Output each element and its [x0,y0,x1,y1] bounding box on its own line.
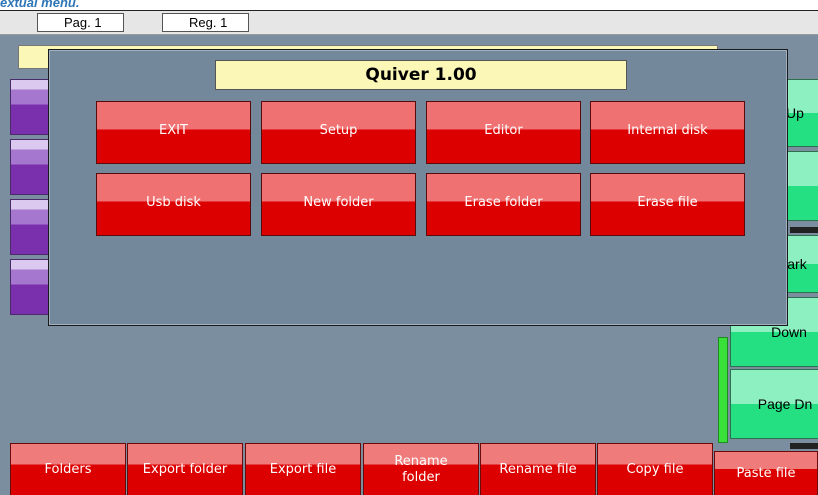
left-tab-4[interactable] [10,259,50,315]
record-indicator: Reg. 1 [162,13,249,32]
left-tab-2[interactable] [10,139,50,195]
context-menu-dialog: Quiver 1.00 EXIT Setup Editor Internal d… [48,49,788,326]
dialog-title: Quiver 1.00 [215,60,627,90]
down-label: Down [771,324,807,340]
rename-file-button[interactable]: Rename file [480,443,596,495]
bottom-toolbar: Folders Export folder Export file Rename… [0,443,818,495]
folders-button[interactable]: Folders [10,443,126,495]
rename-folder-button[interactable]: Rename folder [363,443,479,495]
exit-button[interactable]: EXIT [96,101,251,164]
scroll-marker [790,227,818,233]
paste-file-button[interactable]: Paste file [714,451,818,495]
left-tab-3[interactable] [10,199,50,255]
editor-button[interactable]: Editor [426,101,581,164]
usb-disk-button[interactable]: Usb disk [96,173,251,236]
top-status-bar: Pag. 1 Reg. 1 [0,11,818,35]
app-screen: Pag. 1 Reg. 1 Up ark Down Page Dn Folder… [0,10,818,495]
green-indicator-bar [718,337,728,443]
erase-file-button[interactable]: Erase file [590,173,745,236]
up-label: Up [786,105,804,121]
paste-marker [790,443,818,449]
copy-file-button[interactable]: Copy file [597,443,713,495]
export-file-button[interactable]: Export file [245,443,361,495]
left-tab-1[interactable] [10,79,50,135]
page-down-button[interactable]: Page Dn [730,369,818,439]
new-folder-button[interactable]: New folder [261,173,416,236]
erase-folder-button[interactable]: Erase folder [426,173,581,236]
internal-disk-button[interactable]: Internal disk [590,101,745,164]
page-down-label: Page Dn [757,396,813,412]
setup-button[interactable]: Setup [261,101,416,164]
mark-label: ark [787,256,807,272]
export-folder-button[interactable]: Export folder [127,443,243,495]
caption-text: extual menu. [0,0,80,10]
page-indicator: Pag. 1 [37,13,124,32]
